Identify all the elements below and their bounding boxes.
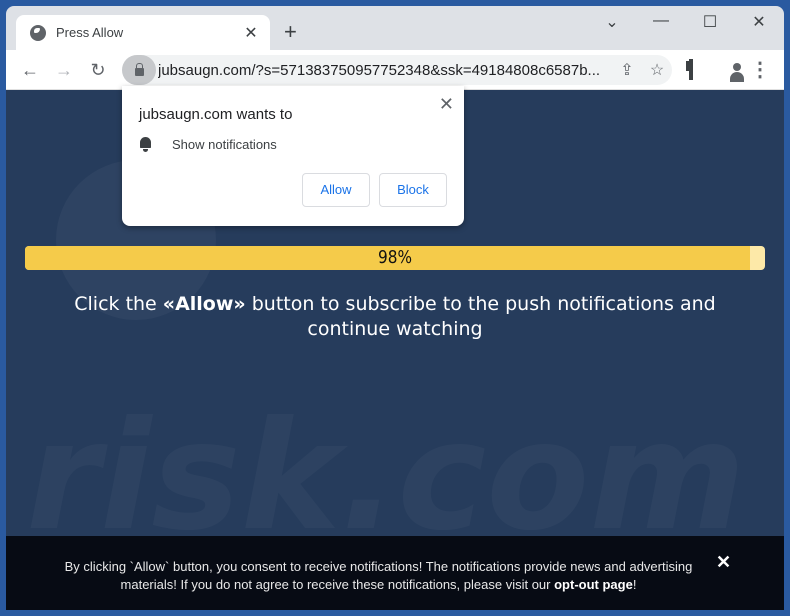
progress-label: 98%	[377, 247, 412, 268]
bell-icon	[139, 136, 152, 152]
opt-out-link[interactable]: opt-out page	[554, 577, 633, 592]
headline-allow: «Allow»	[162, 293, 246, 315]
notification-permission-popup: jubsaugn.com wants to ✕ Show notificatio…	[122, 86, 464, 226]
permission-close-icon[interactable]: ✕	[439, 94, 454, 115]
tab-close-icon[interactable]: ✕	[242, 23, 260, 43]
new-tab-button[interactable]: +	[284, 20, 297, 44]
footer-text: By clicking `Allow` button, you consent …	[56, 558, 701, 594]
headline-before: Click the	[74, 293, 163, 315]
menu-kebab-icon[interactable]: ⋮	[748, 58, 772, 82]
footer-close-icon[interactable]: ✕	[716, 552, 731, 573]
share-icon[interactable]: ⇪	[612, 60, 642, 80]
minimize-button[interactable]: —	[646, 12, 676, 30]
reload-button[interactable]: ↻	[86, 58, 110, 82]
tab-strip: Press Allow ✕ + ⌄ — ☐ ✕	[6, 6, 784, 50]
globe-icon	[30, 24, 46, 41]
maximize-button[interactable]: ☐	[695, 12, 725, 32]
permission-row: Show notifications	[139, 136, 277, 152]
instruction-headline: Click the «Allow» button to subscribe to…	[46, 292, 744, 342]
site-info-button[interactable]	[122, 55, 156, 85]
lock-icon	[134, 63, 144, 76]
consent-footer: By clicking `Allow` button, you consent …	[6, 536, 784, 610]
tab-title: Press Allow	[56, 25, 124, 40]
address-bar[interactable]: jubsaugn.com/?s=571383750957752348&ssk=4…	[122, 55, 672, 85]
side-panel-icon	[689, 59, 693, 80]
forward-button[interactable]: →	[52, 58, 76, 82]
tab-press-allow[interactable]: Press Allow ✕	[16, 15, 270, 50]
headline-after: button to subscribe to the push notifica…	[245, 293, 716, 340]
browser-window: Press Allow ✕ + ⌄ — ☐ ✕ ← → ↻ jubsaugn.c…	[6, 6, 784, 610]
profile-button[interactable]	[713, 58, 737, 82]
url-text[interactable]: jubsaugn.com/?s=571383750957752348&ssk=4…	[158, 62, 612, 79]
bookmark-star-icon[interactable]: ☆	[642, 60, 672, 80]
allow-button[interactable]: Allow	[302, 173, 370, 207]
back-button[interactable]: ←	[18, 58, 42, 82]
footer-text-after: !	[632, 577, 637, 592]
permission-title: jubsaugn.com wants to	[139, 106, 293, 123]
tab-search-chevron-icon[interactable]: ⌄	[597, 12, 627, 32]
browser-toolbar: ← → ↻ jubsaugn.com/?s=571383750957752348…	[6, 50, 784, 90]
permission-text: Show notifications	[172, 136, 277, 152]
close-window-button[interactable]: ✕	[744, 12, 774, 32]
progress-bar: 98%	[25, 246, 765, 270]
block-button[interactable]: Block	[379, 173, 447, 207]
side-panel-button[interactable]	[679, 58, 703, 82]
